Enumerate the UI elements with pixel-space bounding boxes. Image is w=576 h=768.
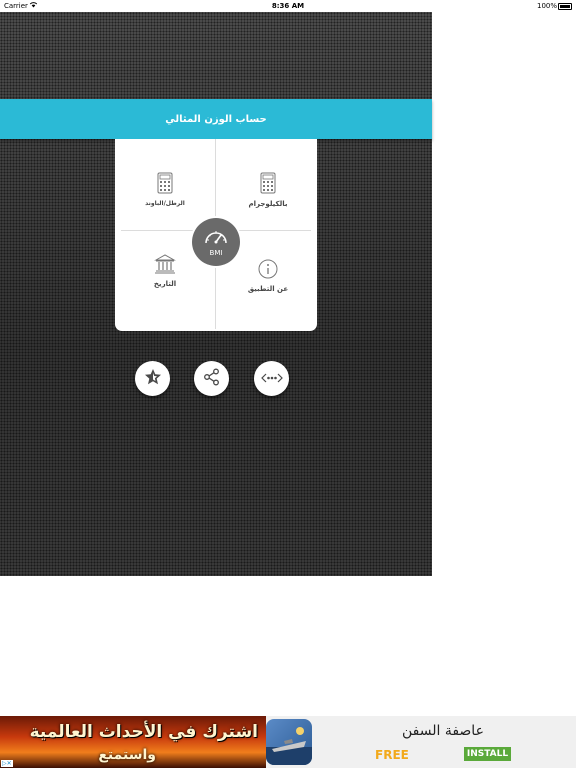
ad-app-title: عاصفة السفن [402,723,484,739]
menu-item-kilogram[interactable]: بالكيلوجرام [218,172,318,208]
ad-install-label: INSTALL [466,749,509,759]
ad-image[interactable]: اشترك في الأحداث العالمية واستمتع ▷✕ [0,716,266,768]
ad-image-subline: واستمتع [98,747,156,763]
bmi-label: BMI [209,249,223,257]
share-icon [203,368,221,390]
more-button[interactable] [254,361,289,396]
kilogram-label: بالكيلوجرام [248,200,288,208]
ad-choices-icon[interactable]: ▷✕ [1,760,13,767]
calculator-icon [115,172,215,194]
ad-free-label: FREE [375,748,409,762]
app-title: حساب الوزن المثالي [165,113,267,125]
pound-label: الرطل/الباوند [145,200,185,207]
about-label: عن التطبيق [247,285,289,293]
ad-image-headline: اشترك في الأحداث العالمية [29,722,258,742]
share-button[interactable] [194,361,229,396]
bmi-button[interactable]: BMI [190,216,242,268]
battery-icon [558,3,572,10]
star-icon [144,368,162,390]
title-bar: حساب الوزن المثالي [0,99,432,139]
history-label: التاريخ [153,280,177,288]
calculator-icon [218,172,318,194]
ad-banner[interactable]: اشترك في الأحداث العالمية واستمتع ▷✕ عاص… [0,716,576,768]
clock: 8:36 AM [271,2,305,10]
ad-install-button[interactable]: INSTALL [464,747,511,761]
ellipsis-icon [260,369,283,388]
speedometer-icon [203,227,229,251]
info-icon [218,259,318,279]
menu-item-about[interactable]: عن التطبيق [218,259,318,293]
favorite-button[interactable] [135,361,170,396]
menu-card: بالكيلوجرام الرطل/الباوند التاريخ عن الت… [115,139,317,331]
menu-item-pound[interactable]: الرطل/الباوند [115,172,215,207]
battery-percentage: 100% [536,2,557,10]
status-bar: Carrier 8:36 AM 100% [0,0,576,12]
app-screen: حساب الوزن المثالي بالكيلوجرام الرطل/الب… [0,12,432,576]
bmi-gauge: BMI [192,218,240,266]
ad-app-icon[interactable] [266,719,312,765]
